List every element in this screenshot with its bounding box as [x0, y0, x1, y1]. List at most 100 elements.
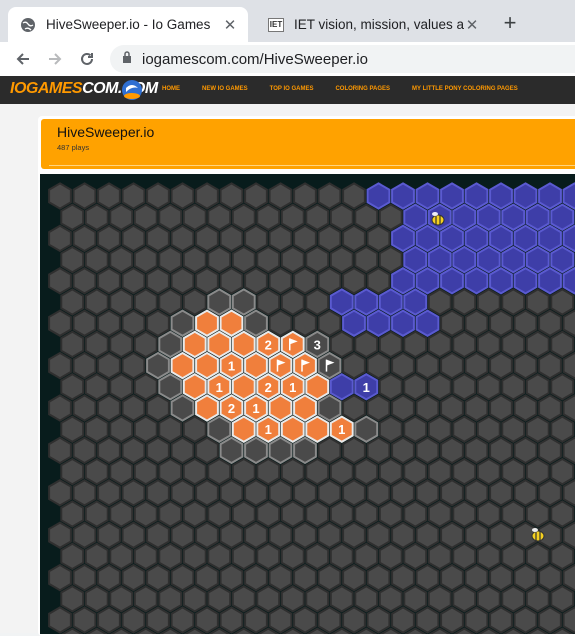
hex-cell-hidden[interactable]: [329, 457, 354, 486]
hex-cell-hidden[interactable]: [121, 563, 146, 592]
hex-cell-hidden[interactable]: [195, 479, 219, 507]
hex-cell-hidden[interactable]: [72, 563, 97, 592]
hex-cell-revealed[interactable]: [195, 351, 219, 380]
hex-cell-hidden[interactable]: [97, 563, 121, 592]
hex-cell-hidden[interactable]: [513, 351, 538, 380]
hex-cell-hidden[interactable]: [268, 563, 293, 592]
hex-cell-hidden[interactable]: [464, 436, 489, 465]
hex-cell-hidden[interactable]: [146, 309, 170, 337]
hex-cell-hidden[interactable]: [109, 203, 134, 231]
hex-cell-hidden[interactable]: [207, 245, 232, 274]
hex-cell-hidden[interactable]: [305, 288, 330, 316]
hex-cell-hidden[interactable]: [305, 585, 330, 613]
hex-cell-hidden[interactable]: [109, 245, 134, 274]
hex-cell-hidden[interactable]: [72, 606, 97, 634]
hex-cell-hidden[interactable]: [317, 479, 342, 507]
hex-cell-claimed[interactable]: [440, 224, 464, 253]
hex-cell-hidden[interactable]: [195, 563, 219, 592]
hex-cell-hidden[interactable]: [452, 288, 477, 316]
hex-cell-hidden[interactable]: [158, 415, 183, 443]
hex-cell-revealed[interactable]: [195, 309, 219, 337]
hex-cell-hidden[interactable]: [84, 542, 109, 571]
hex-cell-hidden[interactable]: [525, 330, 550, 359]
hex-cell-hidden[interactable]: [133, 500, 158, 528]
hex-cell-hidden[interactable]: [293, 563, 317, 592]
hex-cell-hidden[interactable]: [525, 585, 550, 613]
hex-cell-hidden[interactable]: [342, 606, 366, 634]
hex-cell-hidden[interactable]: [452, 330, 477, 359]
hex-cell-hidden[interactable]: [550, 457, 575, 486]
hex-cell-hidden[interactable]: [427, 373, 452, 401]
hex-cell-hidden[interactable]: [378, 415, 403, 443]
hex-cell-hidden[interactable]: [452, 415, 477, 443]
hex-cell-hidden[interactable]: [501, 415, 526, 443]
hex-cell-hidden[interactable]: [256, 500, 281, 528]
hex-cell-hidden[interactable]: [329, 330, 354, 359]
hex-cell-hidden[interactable]: [354, 585, 379, 613]
hex-cell-hidden[interactable]: [464, 309, 489, 337]
hex-cell-hidden[interactable]: [48, 606, 72, 634]
hex-cell-hidden[interactable]: [121, 309, 146, 337]
hex-cell-hidden[interactable]: [97, 479, 121, 507]
hex-cell-hidden[interactable]: [182, 457, 207, 486]
hex-cell-hidden[interactable]: [158, 542, 183, 571]
hex-cell-border[interactable]: [207, 288, 232, 316]
hex-cell-hidden[interactable]: [440, 606, 464, 634]
hex-cell-hidden[interactable]: [244, 521, 268, 549]
hex-cell-hidden[interactable]: [133, 288, 158, 316]
hex-cell-hidden[interactable]: [366, 521, 391, 549]
hex-cell-hidden[interactable]: [525, 500, 550, 528]
hex-cell-hidden[interactable]: [244, 267, 268, 295]
hex-cell-hidden[interactable]: [366, 563, 391, 592]
hex-cell-hidden[interactable]: [415, 521, 440, 549]
hex-cell-hidden[interactable]: [256, 457, 281, 486]
hex-cell-hidden[interactable]: [244, 182, 268, 210]
hex-cell-claimed[interactable]: [550, 245, 575, 274]
hex-cell-hidden[interactable]: [109, 330, 134, 359]
hex-cell-claimed[interactable]: [538, 182, 562, 210]
hex-cell-hidden[interactable]: [133, 585, 158, 613]
hex-cell-hidden[interactable]: [403, 500, 428, 528]
hex-cell-hidden[interactable]: [158, 245, 183, 274]
hex-cell-hidden[interactable]: [427, 288, 452, 316]
hex-cell-hidden[interactable]: [97, 436, 121, 465]
hex-cell-hidden[interactable]: [268, 182, 293, 210]
hex-cell-hidden[interactable]: [72, 224, 97, 253]
hex-cell-hidden[interactable]: [280, 288, 305, 316]
hex-cell-claimed[interactable]: [403, 203, 428, 231]
hex-cell-hidden[interactable]: [525, 288, 550, 316]
hex-cell-hidden[interactable]: [452, 585, 477, 613]
hex-cell-hidden[interactable]: [464, 351, 489, 380]
nav-top-io-games[interactable]: TOP IO GAMES: [270, 86, 314, 92]
hex-cell-hidden[interactable]: [109, 288, 134, 316]
hex-cell-hidden[interactable]: [72, 521, 97, 549]
close-icon[interactable]: ✕: [464, 17, 480, 34]
hex-cell-hidden[interactable]: [476, 542, 501, 571]
hex-cell-hidden[interactable]: [121, 224, 146, 253]
hex-cell-hidden[interactable]: [268, 267, 293, 295]
hex-cell-hidden[interactable]: [550, 415, 575, 443]
hex-cell-hidden[interactable]: [489, 606, 513, 634]
hex-cell-hidden[interactable]: [256, 542, 281, 571]
hex-cell-border[interactable]: [293, 436, 317, 465]
hex-cell-hidden[interactable]: [342, 479, 366, 507]
hex-cell-claimed[interactable]: [513, 182, 538, 210]
hex-cell-claimed[interactable]: [403, 288, 428, 316]
hex-cell-claimed[interactable]: [342, 309, 366, 337]
hex-cell-hidden[interactable]: [256, 585, 281, 613]
hex-cell-hidden[interactable]: [513, 436, 538, 465]
hex-cell-hidden[interactable]: [268, 309, 293, 337]
hex-cell-hidden[interactable]: [84, 500, 109, 528]
hex-cell-hidden[interactable]: [391, 394, 415, 422]
hex-cell-hidden[interactable]: [231, 457, 256, 486]
hex-cell-claimed[interactable]: [476, 245, 501, 274]
hex-cell-hidden[interactable]: [305, 203, 330, 231]
hex-cell-hidden[interactable]: [452, 373, 477, 401]
hex-cell-hidden[interactable]: [342, 182, 366, 210]
hex-cell-claimed[interactable]: [415, 182, 440, 210]
hex-cell-hidden[interactable]: [476, 415, 501, 443]
hex-cell-hidden[interactable]: [219, 563, 244, 592]
hex-cell-hidden[interactable]: [268, 224, 293, 253]
hex-cell-hidden[interactable]: [97, 224, 121, 253]
hex-cell-claimed[interactable]: [513, 224, 538, 253]
